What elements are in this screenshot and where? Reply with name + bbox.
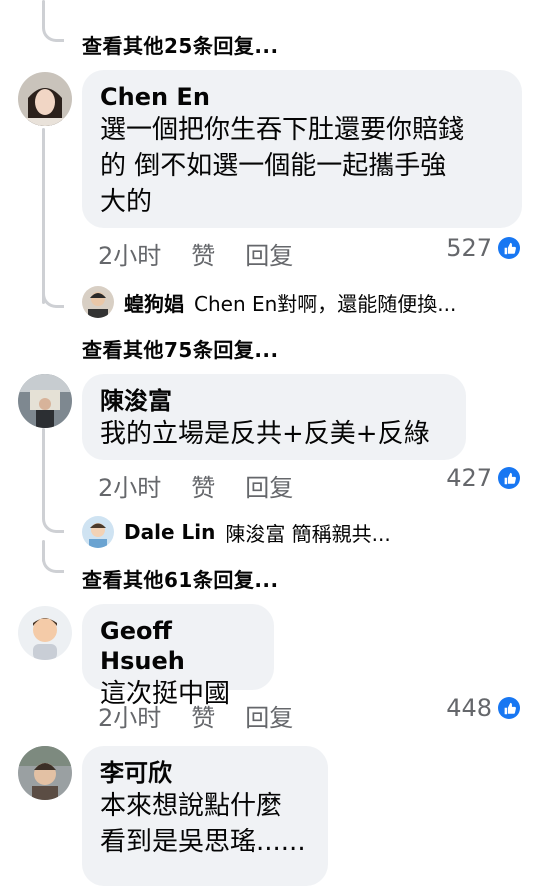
reaction-count: 527 [446, 234, 492, 262]
comment-bubble: 李可欣 本來想說點什麼 看到是吳思瑤...... [82, 746, 328, 886]
like-button[interactable]: 赞 [191, 468, 215, 503]
reaction-count: 448 [446, 694, 492, 722]
thread-connector [42, 24, 64, 42]
comment-bubble: 陳浚富 我的立場是反共+反美+反綠 [82, 374, 466, 460]
thumbs-up-icon [498, 697, 520, 719]
comment-text-line: 的 倒不如選一個能一起攜手強 [100, 151, 447, 181]
reaction-summary[interactable]: 427 [446, 464, 520, 492]
comment-bubble: Chen En 選一個把你生吞下肚還要你賠錢 的 倒不如選一個能一起攜手強 大的 [82, 70, 522, 228]
thumbs-up-icon [498, 237, 520, 259]
reply-author[interactable]: 蝗狗娼 [124, 288, 184, 317]
comment-actions: 2小时 赞 回复 [98, 468, 293, 503]
comment-bubble: Geoff Hsueh 這次挺中國 [82, 604, 274, 709]
avatar[interactable] [18, 72, 72, 126]
thread-connector [42, 290, 64, 308]
comment-text-line: 本來想說點什麼 [100, 791, 283, 821]
view-more-replies-link[interactable]: 查看其他25条回复... [82, 30, 279, 59]
comment-time: 2小时 [98, 704, 162, 732]
reaction-summary[interactable]: 527 [446, 234, 520, 262]
thumbs-up-icon [498, 467, 520, 489]
thread-line [42, 428, 45, 518]
reply-button[interactable]: 回复 [245, 698, 293, 733]
comment-text-line: 看到是吳思瑤...... [100, 827, 306, 857]
reply-text: Chen En對啊，還能随便換... [194, 291, 457, 316]
reaction-count: 427 [446, 464, 492, 492]
reaction-summary[interactable]: 448 [446, 694, 520, 722]
reply-text: 陳浚富 簡稱親共... [225, 521, 391, 546]
avatar[interactable] [18, 374, 72, 428]
thread-line [42, 128, 45, 304]
avatar[interactable] [82, 516, 114, 548]
reply-author[interactable]: Dale Lin [124, 520, 215, 544]
comment-actions: 2小时 赞 回复 [98, 698, 293, 733]
comment-text-line: 大的 [100, 187, 153, 217]
comment-author[interactable]: 陳浚富 [100, 386, 448, 416]
like-button[interactable]: 赞 [191, 698, 215, 733]
view-more-replies-link[interactable]: 查看其他61条回复... [82, 564, 279, 593]
comment-actions: 2小时 赞 回复 [98, 236, 293, 271]
avatar[interactable] [18, 746, 72, 800]
avatar[interactable] [18, 606, 72, 660]
comment-time: 2小时 [98, 474, 162, 502]
reply-button[interactable]: 回复 [245, 236, 293, 271]
view-more-replies-link[interactable]: 查看其他75条回复... [82, 334, 279, 363]
comment-author[interactable]: Geoff Hsueh [100, 616, 256, 676]
comment-author[interactable]: Chen En [100, 82, 504, 112]
like-button[interactable]: 赞 [191, 236, 215, 271]
comment-text-line: 我的立場是反共+反美+反綠 [100, 419, 430, 449]
reply-preview[interactable]: 蝗狗娼 Chen En對啊，還能随便換... [82, 286, 456, 318]
avatar[interactable] [82, 286, 114, 318]
thread-connector [42, 515, 64, 533]
comment-time: 2小时 [98, 242, 162, 270]
thread-connector [42, 555, 64, 573]
comment-text-line: 選一個把你生吞下肚還要你賠錢 [100, 115, 465, 145]
reply-button[interactable]: 回复 [245, 468, 293, 503]
reply-preview[interactable]: Dale Lin 陳浚富 簡稱親共... [82, 516, 391, 548]
comment-author[interactable]: 李可欣 [100, 758, 310, 788]
